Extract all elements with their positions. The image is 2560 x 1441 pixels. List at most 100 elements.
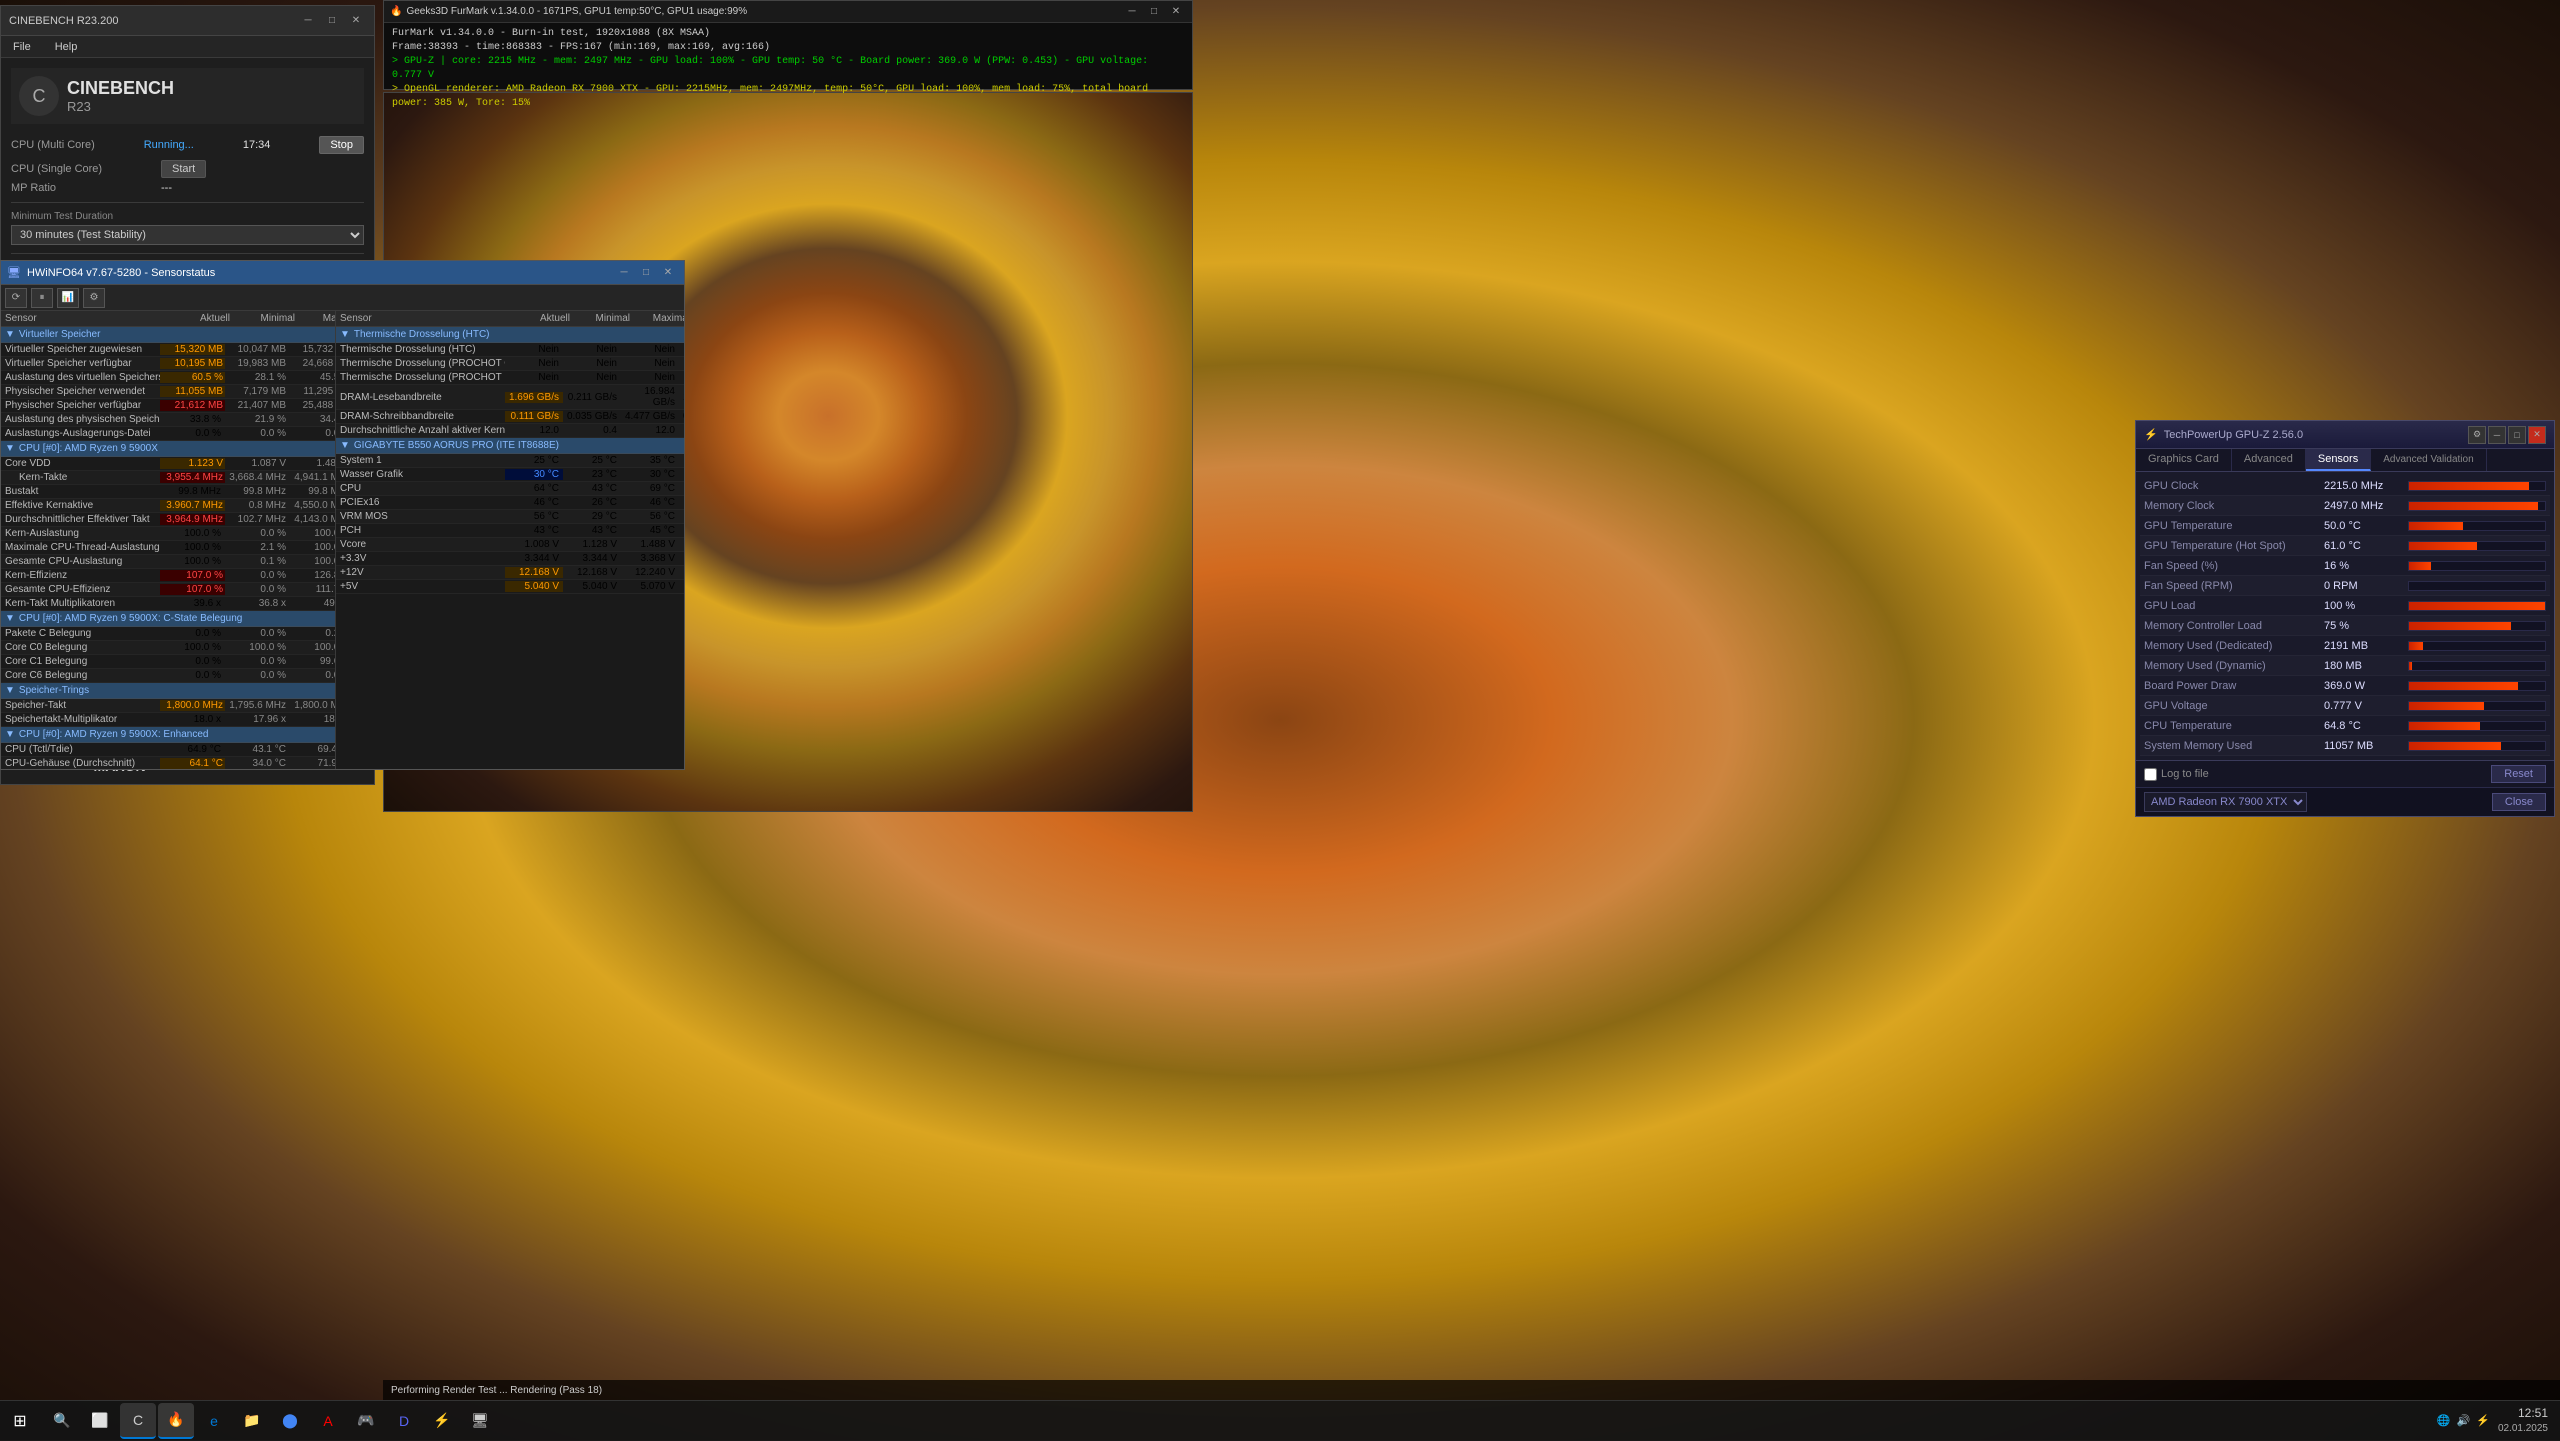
gpuz-close-btn[interactable]: ✕	[2528, 426, 2546, 444]
hwinfo-therm-prochot[interactable]: Thermische Drosselung (PROCHOT CPU) Nein…	[336, 357, 684, 371]
hwinfo-mem-takt[interactable]: Speicher-Takt 1,800.0 MHz 1,795.6 MHz 1,…	[1, 699, 335, 713]
gpuz-minimize-btn[interactable]: ─	[2488, 426, 2506, 444]
taskbar-furmark-icon[interactable]: 🔥	[158, 1403, 194, 1439]
hwinfo-row-physmem1[interactable]: Physischer Speicher verwendet 11,055 MB …	[1, 385, 335, 399]
gpuz-log-checkbox[interactable]	[2144, 768, 2157, 781]
cinebench-minimize-btn[interactable]: ─	[298, 11, 318, 31]
hwinfo-enh-tcctdie[interactable]: CPU (Tctl/Tdie) 64.9 °C 43.1 °C 69.4 °C …	[1, 743, 335, 757]
cinebench-titlebar[interactable]: CINEBENCH R23.200 ─ □ ✕	[1, 6, 374, 36]
taskbar-gpuz-icon[interactable]: ⚡	[424, 1403, 460, 1439]
hwinfo-enh-cpugehause[interactable]: CPU-Gehäuse (Durchschnitt) 64.1 °C 34.0 …	[1, 757, 335, 769]
hwinfo-close-btn[interactable]: ✕	[658, 263, 678, 283]
hwinfo-cs-c0[interactable]: Pakete C Belegung 0.0 % 0.0 % 0.2 % 0.0 …	[1, 627, 335, 641]
hwinfo-therm-htc[interactable]: Thermische Drosselung (HTC) Nein Nein Ne…	[336, 343, 684, 357]
hwinfo-cpu-vdd[interactable]: Core VDD 1.123 V 1.087 V 1.488 V 1.195 V	[1, 457, 335, 471]
hwinfo-cpu-maxausl[interactable]: Maximale CPU-Thread-Auslastung 100.0 % 2…	[1, 541, 335, 555]
hwinfo-giga-pcie[interactable]: PCIEx16 46 °C 26 °C 46 °C 39 °C	[336, 496, 684, 510]
taskbar-hwinfo-icon[interactable]: 🖥	[462, 1403, 498, 1439]
furmark-minimize-btn[interactable]: ─	[1122, 2, 1142, 22]
hwinfo-giga-cpu[interactable]: Wasser Grafik 30 °C 23 °C 30 °C 27 °C	[336, 468, 684, 482]
hwinfo-giga-gpu-val: 64 °C	[505, 483, 563, 494]
hwinfo-cpu-effkerne[interactable]: Effektive Kernaktive 3.960.7 MHz 0.8 MHz…	[1, 499, 335, 513]
taskbar-search-icon[interactable]: 🔍	[44, 1403, 80, 1439]
cinebench-close-btn[interactable]: ✕	[346, 11, 366, 31]
hwinfo-dram-read[interactable]: DRAM-Lesebandbreite 1.696 GB/s 0.211 GB/…	[336, 385, 684, 410]
hwinfo-therm-prochotext[interactable]: Thermische Drosselung (PROCHOT EXT) Nein…	[336, 371, 684, 385]
taskbar-network-icon[interactable]: 🌐	[2437, 1414, 2451, 1427]
gpuz-close-button[interactable]: Close	[2492, 793, 2546, 811]
taskbar-amd-icon[interactable]: A	[310, 1403, 346, 1439]
hwinfo-row-vm1[interactable]: Virtueller Speicher zugewiesen 15,320 MB…	[1, 343, 335, 357]
taskbar-chrome-icon[interactable]: ⬤	[272, 1403, 308, 1439]
hwinfo-right-panel[interactable]: Sensor Aktuell Minimal Maximal Durchschn…	[336, 311, 684, 769]
hwinfo-giga-vcore[interactable]: Vcore 1.008 V 1.128 V 1.488 V 1.224 V	[336, 538, 684, 552]
hwinfo-cpu-efftakt[interactable]: Durchschnittlicher Effektiver Takt 3,964…	[1, 513, 335, 527]
hwinfo-maximize-btn[interactable]: □	[636, 263, 656, 283]
hwinfo-avg-kern[interactable]: Durchschnittliche Anzahl aktiver Kerne 1…	[336, 424, 684, 438]
taskbar-games-icon[interactable]: 🎮	[348, 1403, 384, 1439]
hwinfo-giga-12v[interactable]: +12V 12.168 V 12.168 V 12.240 V 12.179 V	[336, 566, 684, 580]
taskbar-start-button[interactable]: ⊞	[0, 1401, 40, 1441]
cinebench-menu-help[interactable]: Help	[51, 39, 82, 55]
gpuz-value-board-power: 369.0 W	[2324, 680, 2546, 692]
hwinfo-cpu-kernausl[interactable]: Kern-Auslastung 100.0 % 0.0 % 100.0 % 81…	[1, 527, 335, 541]
cinebench-maximize-btn[interactable]: □	[322, 11, 342, 31]
hwinfo-giga-gpu[interactable]: CPU 64 °C 43 °C 69 °C 63 °C	[336, 482, 684, 496]
taskbar-discord-icon[interactable]: D	[386, 1403, 422, 1439]
gpuz-reset-button[interactable]: Reset	[2491, 765, 2546, 783]
hwinfo-cpu-geseff-label: Gesamte CPU-Effizienz	[5, 584, 160, 595]
hwinfo-left-panel[interactable]: Sensor Aktuell Minimal Maximal Durchschn…	[1, 311, 336, 769]
hwinfo-cpu-multip[interactable]: Kern-Takt Multiplikatoren 39.6 x 36.8 x …	[1, 597, 335, 611]
taskbar-clock[interactable]: 12:51 02.01.2025	[2498, 1406, 2548, 1435]
gpuz-device-select[interactable]: AMD Radeon RX 7900 XTX	[2144, 792, 2307, 812]
hwinfo-row-ausdate[interactable]: Auslastungs-Auslagerungs-Datei 0.0 % 0.0…	[1, 427, 335, 441]
hwinfo-minimize-btn[interactable]: ─	[614, 263, 634, 283]
hwinfo-tool-btn-3[interactable]: 📊	[57, 288, 79, 308]
hwinfo-row-physload[interactable]: Auslastung des physischen Speichers 33.8…	[1, 413, 335, 427]
cinebench-duration-select[interactable]: 30 minutes (Test Stability)	[11, 225, 364, 245]
hwinfo-mem-multip-max: 18.0 x	[290, 714, 336, 725]
gpuz-titlebar[interactable]: ⚡ TechPowerUp GPU-Z 2.56.0 ⚙ ─ □ ✕	[2136, 421, 2554, 449]
hwinfo-cpu-bustakt[interactable]: Bustakt 99.8 MHz 99.8 MHz 99.8 MHz 99.8 …	[1, 485, 335, 499]
gpuz-tab-sensors[interactable]: Sensors	[2306, 449, 2371, 471]
gpuz-maximize-btn[interactable]: □	[2508, 426, 2526, 444]
gpuz-tab-validation[interactable]: Advanced Validation	[2371, 449, 2486, 471]
hwinfo-cpu-kerneff[interactable]: Kern-Effizienz 107.0 % 0.0 % 126.8 % 88.…	[1, 569, 335, 583]
hwinfo-cs-c0b[interactable]: Core C0 Belegung 100.0 % 100.0 % 100.0 %…	[1, 641, 335, 655]
hwinfo-tool-btn-4[interactable]: ⚙	[83, 288, 105, 308]
hwinfo-giga-vrm[interactable]: VRM MOS 56 °C 29 °C 56 °C 50 °C	[336, 510, 684, 524]
hwinfo-dram-write-min: 0.035 GB/s	[563, 411, 621, 422]
gpuz-tab-graphics-card[interactable]: Graphics Card	[2136, 449, 2232, 471]
hwinfo-tool-btn-2[interactable]: ⏸	[31, 288, 53, 308]
hwinfo-dram-write[interactable]: DRAM-Schreibbandbreite 0.111 GB/s 0.035 …	[336, 410, 684, 424]
hwinfo-titlebar[interactable]: 🖥 HWiNFO64 v7.67-5280 - Sensorstatus ─ □…	[1, 261, 684, 285]
hwinfo-giga-5v[interactable]: +5V 5.040 V 5.040 V 5.070 V 5.061 V	[336, 580, 684, 594]
furmark-maximize-btn[interactable]: □	[1144, 2, 1164, 22]
taskbar-task-view-icon[interactable]: ⬜	[82, 1403, 118, 1439]
taskbar-sound-icon[interactable]: 🔊	[2457, 1414, 2471, 1427]
hwinfo-row-physmem2[interactable]: Physischer Speicher verfügbar 21,612 MB …	[1, 399, 335, 413]
gpuz-settings-btn[interactable]: ⚙	[2468, 426, 2486, 444]
taskbar-explorer-icon[interactable]: 📁	[234, 1403, 270, 1439]
furmark-titlebar[interactable]: 🔥 Geeks3D FurMark v.1.34.0.0 - 1671PS, G…	[384, 1, 1192, 23]
hwinfo-cpu-takt[interactable]: Kern-Takte 3,955.4 MHz 3,668.4 MHz 4,941…	[1, 471, 335, 485]
hwinfo-cs-c1[interactable]: Core C1 Belegung 0.0 % 0.0 % 99.6 % 10.1…	[1, 655, 335, 669]
hwinfo-row-vm3[interactable]: Auslastung des virtuellen Speichers 60.5…	[1, 371, 335, 385]
hwinfo-tool-btn-1[interactable]: ⟳	[5, 288, 27, 308]
taskbar-cinebench-icon[interactable]: C	[120, 1403, 156, 1439]
hwinfo-giga-sys1[interactable]: System 1 25 °C 25 °C 35 °C 31 °C	[336, 454, 684, 468]
hwinfo-giga-pcie-min: 26 °C	[563, 497, 621, 508]
cinebench-menu-file[interactable]: File	[9, 39, 35, 55]
hwinfo-giga-vsoc[interactable]: +3.3V 3.344 V 3.344 V 3.368 V 3.345 V	[336, 552, 684, 566]
cinebench-start-button[interactable]: Start	[161, 160, 206, 178]
taskbar-edge-icon[interactable]: e	[196, 1403, 232, 1439]
hwinfo-cpu-geseff[interactable]: Gesamte CPU-Effizienz 107.0 % 0.0 % 111.…	[1, 583, 335, 597]
cinebench-stop-button[interactable]: Stop	[319, 136, 364, 154]
hwinfo-mem-multip[interactable]: Speichertakt-Multiplikator 18.0 x 17.96 …	[1, 713, 335, 727]
gpuz-tab-advanced[interactable]: Advanced	[2232, 449, 2306, 471]
hwinfo-row-vm2[interactable]: Virtueller Speicher verfügbar 10,195 MB …	[1, 357, 335, 371]
hwinfo-cpu-gesausl[interactable]: Gesamte CPU-Auslastung 100.0 % 0.1 % 100…	[1, 555, 335, 569]
hwinfo-cs-c6[interactable]: Core C6 Belegung 0.0 % 0.0 % 0.0 % 6.9 %	[1, 669, 335, 683]
furmark-close-btn[interactable]: ✕	[1166, 2, 1186, 22]
hwinfo-giga-pch[interactable]: PCH 43 °C 43 °C 45 °C 36 °C	[336, 524, 684, 538]
